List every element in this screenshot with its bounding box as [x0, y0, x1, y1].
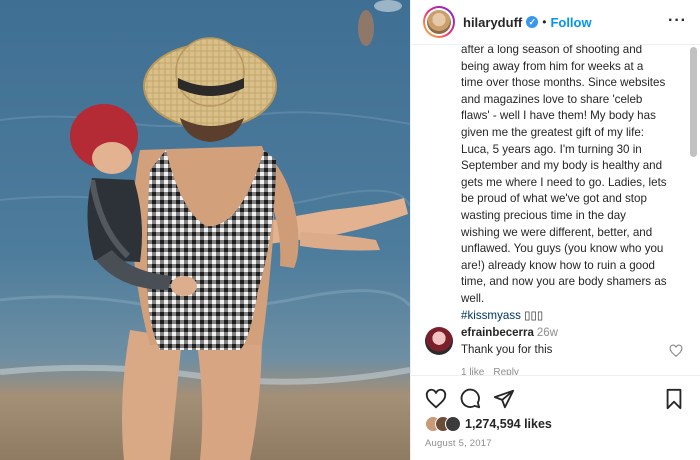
liker-avatar	[445, 416, 461, 432]
comment-reply-button[interactable]: Reply	[493, 367, 519, 375]
caption-line: flaws' - well I have them! My body has	[461, 109, 656, 123]
username-link[interactable]: hilaryduff	[463, 15, 522, 30]
post-header: hilaryduff ✓ • Follow ···	[411, 0, 700, 45]
bookmark-icon[interactable]	[663, 388, 685, 410]
caption-line: time, and now you are body shamers as	[461, 275, 667, 289]
caption-line: September and my body is healthy and	[461, 159, 663, 173]
scrollbar[interactable]	[690, 47, 697, 157]
caption-line: gets me where I need to go. Ladies, lets	[461, 175, 667, 189]
comments-area[interactable]: after a long season of shooting and bein…	[411, 45, 700, 375]
post-actions: 1,274,594 likes August 5, 2017	[411, 375, 700, 460]
caption-line: are!) already know how to ruin a good	[461, 258, 655, 272]
caption-line: unflawed. You guys (you know who you	[461, 242, 664, 256]
emoji-placeholders: ▯▯▯	[524, 308, 544, 322]
beach-photo-illustration	[0, 0, 410, 460]
like-count[interactable]: 1,274,594 likes	[465, 417, 552, 431]
caption-line: given me the greatest gift of my life:	[461, 125, 645, 139]
comment-heart-icon[interactable]	[669, 344, 683, 358]
comment-text: Thank you for this	[461, 344, 553, 356]
profile-picture	[427, 10, 451, 34]
post-caption: after a long season of shooting and bein…	[461, 45, 675, 324]
verified-badge-icon: ✓	[526, 16, 539, 28]
post-date[interactable]: August 5, 2017	[425, 438, 492, 449]
comment-username[interactable]: efrainbecerra	[461, 327, 534, 339]
heart-icon[interactable]	[425, 388, 447, 410]
paper-plane-icon[interactable]	[493, 388, 515, 410]
caption-line: being away from him for weeks at a	[461, 59, 644, 73]
separator-dot: •	[542, 15, 547, 29]
more-options-icon[interactable]: ···	[668, 12, 687, 30]
likes-row: 1,274,594 likes	[425, 416, 552, 432]
post-side-panel: hilaryduff ✓ • Follow ··· after a long s…	[410, 0, 700, 460]
comment-time: 26w	[536, 327, 558, 339]
comment-icon[interactable]	[459, 388, 481, 410]
caption-line: time over those months. Since websites	[461, 76, 666, 90]
caption-line: Luca, 5 years ago. I'm turning 30 in	[461, 142, 642, 156]
caption-line: wishing we were different, better, and	[461, 225, 653, 239]
hashtag-link[interactable]: #kissmyass	[461, 309, 521, 322]
avatar[interactable]	[423, 6, 455, 38]
post-photo[interactable]	[0, 0, 410, 460]
caption-line: well.	[461, 291, 485, 305]
comment-meta: 1 like Reply	[461, 367, 528, 375]
caption-hashtag-line: #kissmyass ▯▯▯	[461, 308, 675, 325]
caption-line: after a long season of shooting and	[461, 45, 643, 56]
comment-like-count[interactable]: 1 like	[461, 367, 484, 375]
caption-line: be proud of what we've got and stop	[461, 192, 647, 206]
comment-avatar[interactable]	[425, 327, 453, 355]
follow-button[interactable]: Follow	[550, 15, 591, 30]
caption-line: and magazines love to share 'celeb	[461, 92, 643, 106]
caption-line: wasting precious time in the day	[461, 208, 626, 222]
